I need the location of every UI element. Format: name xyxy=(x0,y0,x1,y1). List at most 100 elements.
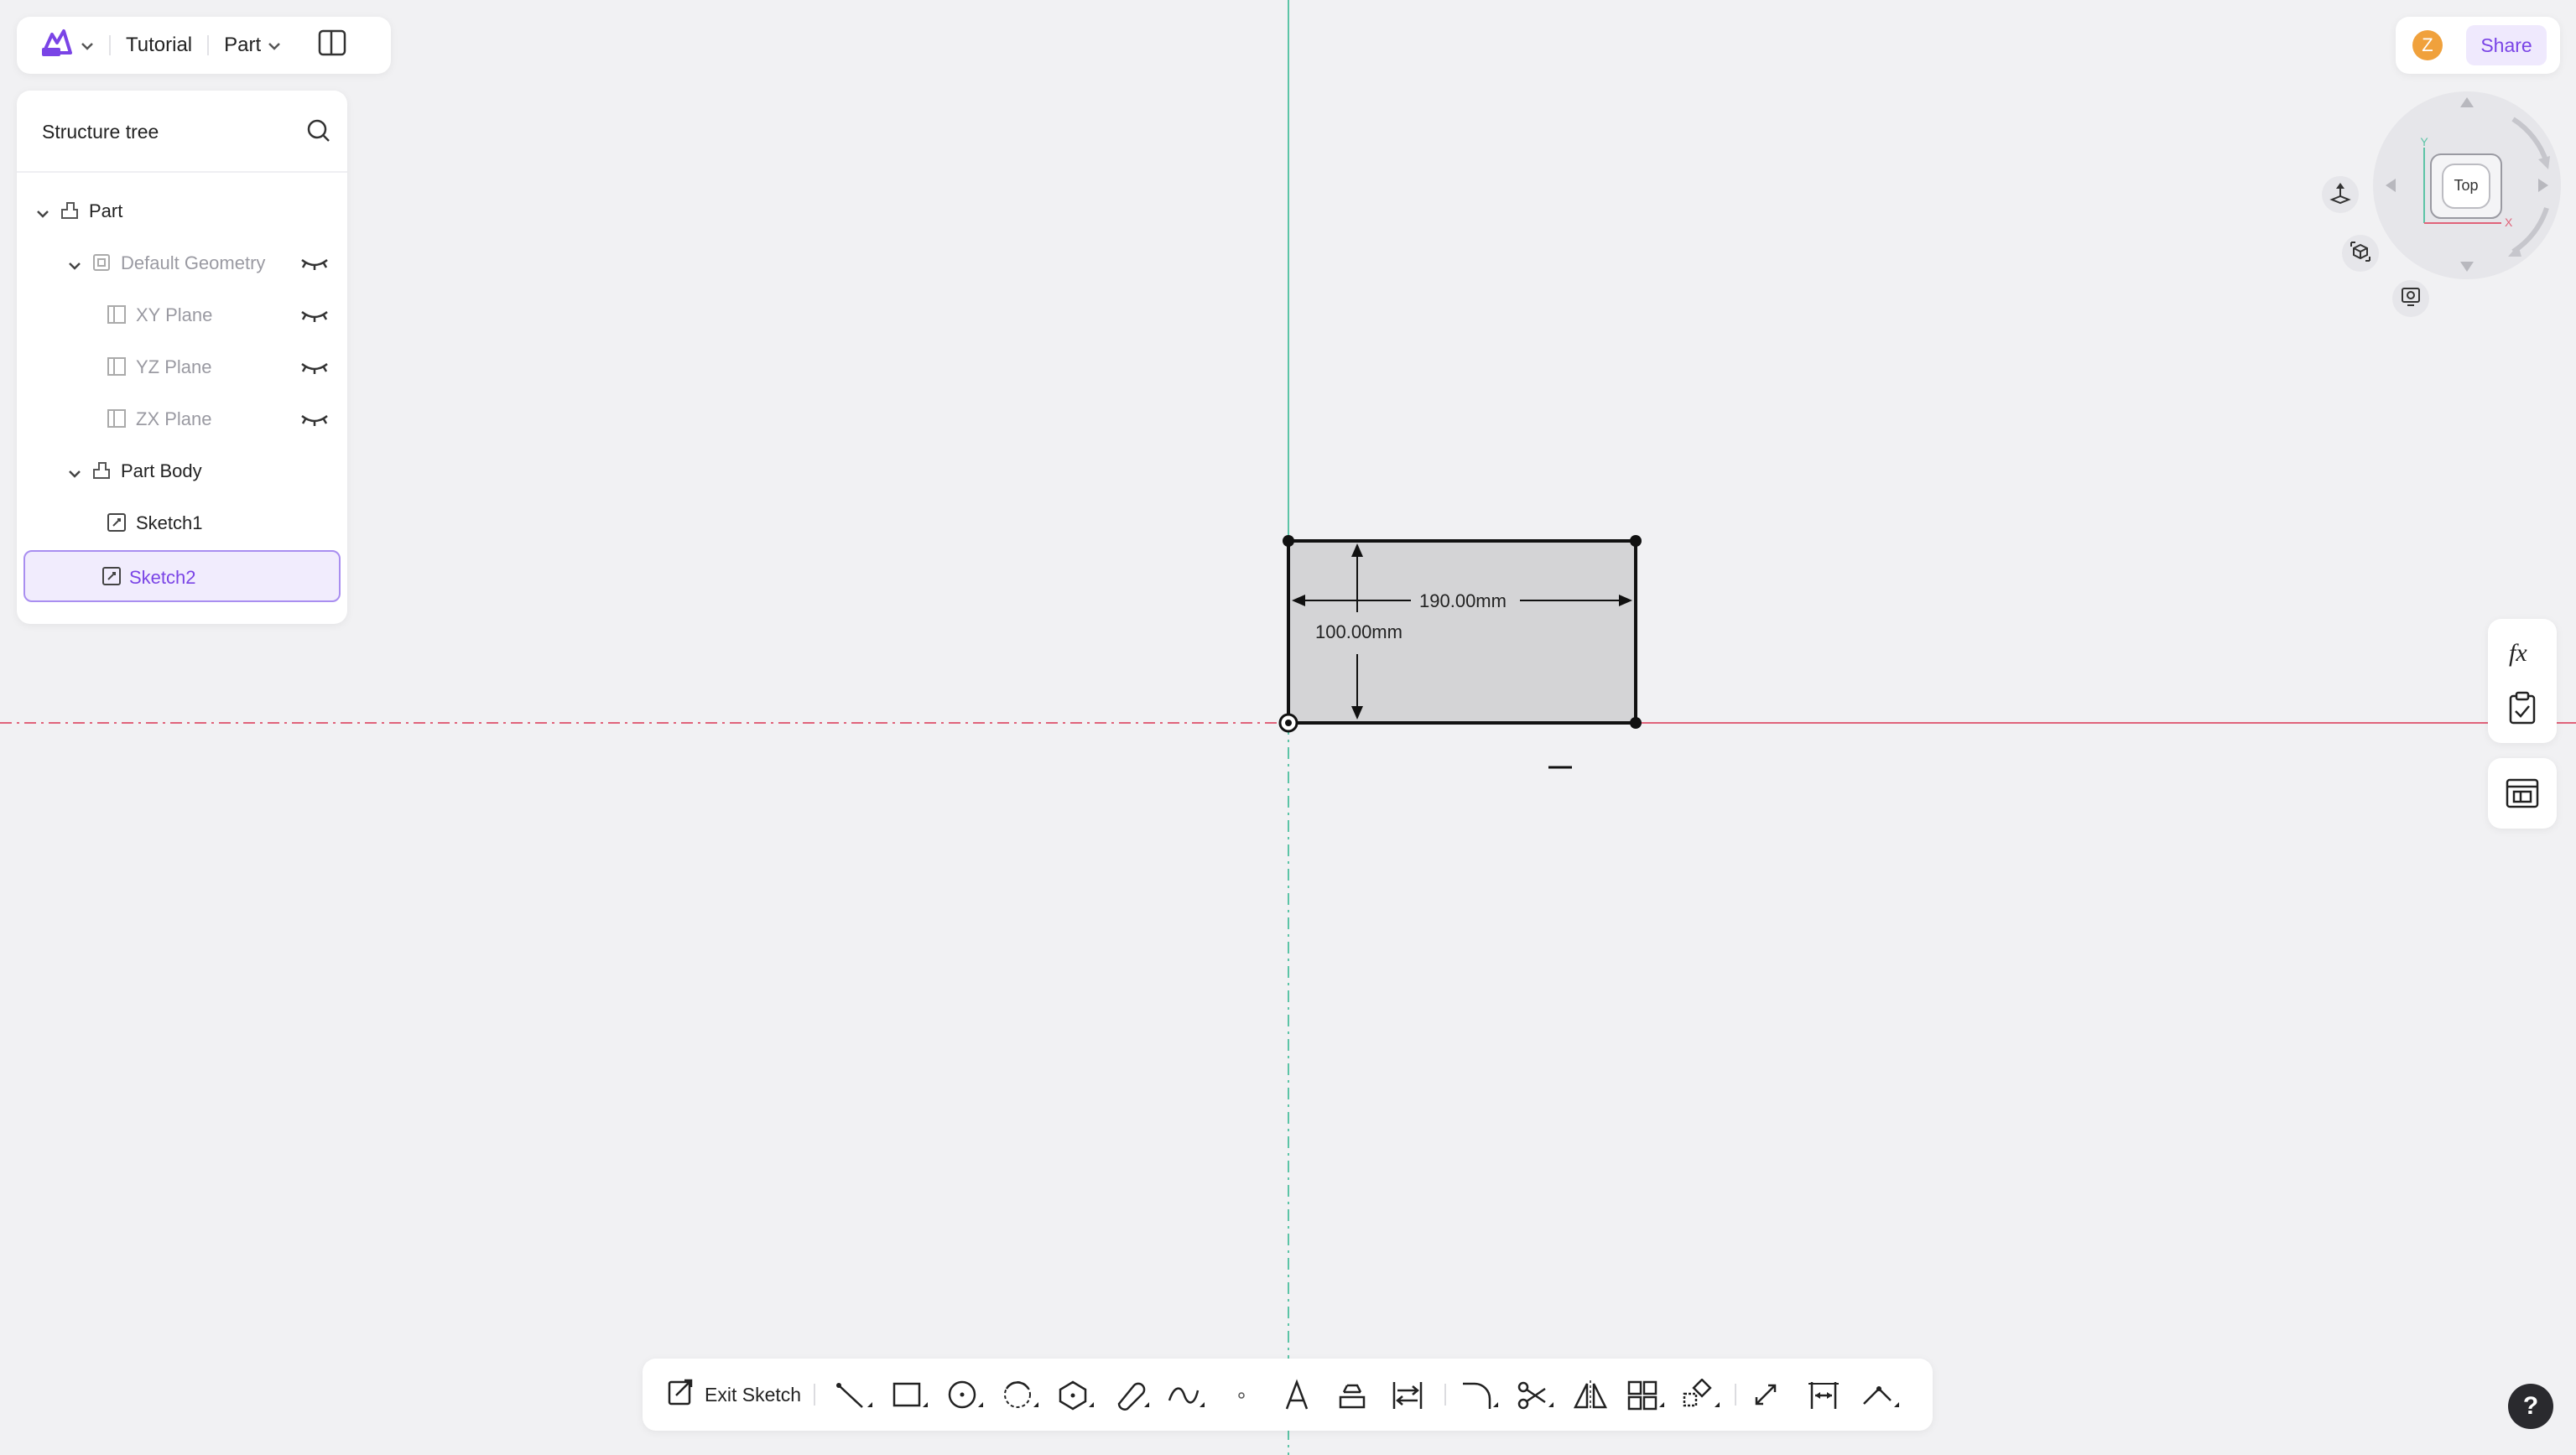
mirror-tool-button[interactable] xyxy=(1569,1379,1612,1412)
slot-tool-icon xyxy=(1111,1379,1151,1412)
tree-node-yz-plane[interactable]: YZ Plane xyxy=(23,342,341,391)
plane-icon xyxy=(106,408,127,434)
corner-point-tr xyxy=(1630,535,1642,547)
view-navigator[interactable]: Top Y X xyxy=(2370,89,2563,282)
convert-tool-icon xyxy=(1387,1379,1428,1412)
chevron-down-icon[interactable] xyxy=(35,203,50,225)
point-tool-icon xyxy=(1221,1379,1262,1412)
share-button[interactable]: Share xyxy=(2466,25,2547,65)
side-tools-panel: fx xyxy=(2488,619,2557,743)
convert-tool-button[interactable] xyxy=(1386,1379,1429,1412)
tree-node-sketch1[interactable]: Sketch1 xyxy=(23,498,341,547)
tree-node-label: Default Geometry xyxy=(121,252,266,273)
panel-layout-icon xyxy=(318,29,346,62)
tree-node-part[interactable]: Part xyxy=(23,186,341,235)
geometry-icon xyxy=(91,252,112,278)
display-mode-button[interactable] xyxy=(2392,280,2429,317)
tree-node-default-geometry[interactable]: Default Geometry xyxy=(23,238,341,287)
height-dimension-label: 100.00mm xyxy=(1315,621,1402,642)
normal-view-button[interactable] xyxy=(2322,176,2359,213)
plane-icon xyxy=(106,356,127,382)
sketch-canvas[interactable]: 190.00mm 100.00mm xyxy=(0,0,2576,1455)
avatar[interactable]: Z xyxy=(2412,30,2443,60)
fillet-tool-icon xyxy=(1460,1379,1500,1412)
arc-tool-icon xyxy=(1000,1379,1040,1412)
iso-view-button[interactable] xyxy=(2342,235,2379,272)
chevron-down-icon[interactable] xyxy=(67,255,82,277)
polygon-tool-icon xyxy=(1055,1379,1095,1412)
formula-button[interactable]: fx xyxy=(2488,634,2557,675)
project-name[interactable]: Tutorial xyxy=(126,34,192,57)
tree-divider xyxy=(17,171,347,173)
spline-tool-button[interactable] xyxy=(1164,1379,1208,1412)
part-body-icon xyxy=(91,460,112,486)
tree-node-label: XY Plane xyxy=(136,304,213,325)
tree-node-label: ZX Plane xyxy=(136,408,212,429)
project-tool-button[interactable] xyxy=(1330,1379,1374,1412)
side-tools-panel-secondary xyxy=(2488,758,2557,829)
exit-sketch-button[interactable]: Exit Sketch xyxy=(666,1375,801,1414)
app-menu-button[interactable] xyxy=(40,28,94,64)
circle-tool-button[interactable] xyxy=(943,1379,986,1412)
spline-tool-icon xyxy=(1166,1379,1206,1412)
rectangle-tool-icon xyxy=(889,1379,929,1412)
panel-toggle-button[interactable] xyxy=(318,29,346,62)
fillet-tool-button[interactable] xyxy=(1458,1379,1501,1412)
origin-point-center xyxy=(1285,720,1292,726)
offset-tool-icon xyxy=(1750,1379,1790,1412)
properties-panel-icon xyxy=(2504,775,2541,816)
pattern-tool-button[interactable] xyxy=(1624,1379,1668,1412)
transform-tool-button[interactable] xyxy=(1679,1378,1723,1412)
share-bar: Z Share xyxy=(2396,17,2560,74)
chevron-down-icon[interactable] xyxy=(67,463,82,485)
mode-dropdown[interactable]: Part xyxy=(224,34,281,57)
exit-sketch-icon xyxy=(666,1377,696,1412)
chevron-down-icon xyxy=(268,34,281,57)
mirror-tool-icon xyxy=(1570,1379,1611,1412)
width-dimension-label: 190.00mm xyxy=(1419,590,1507,611)
polygon-tool-button[interactable] xyxy=(1054,1379,1097,1412)
corner-point-tl xyxy=(1283,535,1294,547)
tree-node-label: Sketch2 xyxy=(129,567,196,588)
check-button[interactable] xyxy=(2488,689,2557,730)
svg-text:fx: fx xyxy=(2509,639,2527,667)
eye-closed-icon[interactable] xyxy=(300,411,329,433)
toolbar-divider xyxy=(1735,1384,1736,1406)
view-cube-axis-y: Y xyxy=(2420,135,2428,148)
tree-node-part-body[interactable]: Part Body xyxy=(23,446,341,495)
constraint-tool-button[interactable] xyxy=(1859,1379,1902,1412)
help-button[interactable]: ? xyxy=(2508,1384,2553,1429)
tree-node-sketch2[interactable]: Sketch2 xyxy=(23,550,341,602)
line-tool-button[interactable] xyxy=(832,1379,876,1412)
line-tool-icon xyxy=(834,1379,874,1412)
project-tool-icon xyxy=(1332,1379,1372,1412)
arc-tool-button[interactable] xyxy=(998,1379,1042,1412)
tree-node-label: YZ Plane xyxy=(136,356,212,377)
eye-closed-icon[interactable] xyxy=(300,359,329,381)
function-icon: fx xyxy=(2504,634,2541,675)
tree-search-button[interactable] xyxy=(305,117,332,148)
point-tool-button[interactable] xyxy=(1220,1379,1263,1412)
text-tool-button[interactable] xyxy=(1275,1379,1319,1412)
tree-node-xy-plane[interactable]: XY Plane xyxy=(23,290,341,339)
eye-closed-icon[interactable] xyxy=(300,307,329,329)
header-divider xyxy=(207,35,210,55)
part-icon xyxy=(59,200,81,226)
view-cube-face-label: Top xyxy=(2454,177,2478,194)
offset-tool-button[interactable] xyxy=(1748,1379,1792,1412)
header-bar: Tutorial Part xyxy=(17,17,391,74)
tree-node-label: Sketch1 xyxy=(136,512,203,533)
properties-button[interactable] xyxy=(2488,775,2557,816)
rectangle-tool-button[interactable] xyxy=(887,1379,931,1412)
app-logo-icon xyxy=(40,28,74,64)
sketch-icon xyxy=(101,565,122,592)
eye-closed-icon[interactable] xyxy=(300,255,329,277)
canvas-graphics: 190.00mm 100.00mm xyxy=(0,0,2576,1455)
dimension-tool-button[interactable] xyxy=(1803,1379,1847,1412)
tree-node-zx-plane[interactable]: ZX Plane xyxy=(23,394,341,443)
trim-tool-icon xyxy=(1515,1379,1555,1412)
slot-tool-button[interactable] xyxy=(1109,1379,1153,1412)
trim-tool-button[interactable] xyxy=(1513,1379,1557,1412)
clipboard-check-icon xyxy=(2506,689,2539,730)
view-cube-axis-x: X xyxy=(2505,216,2513,229)
